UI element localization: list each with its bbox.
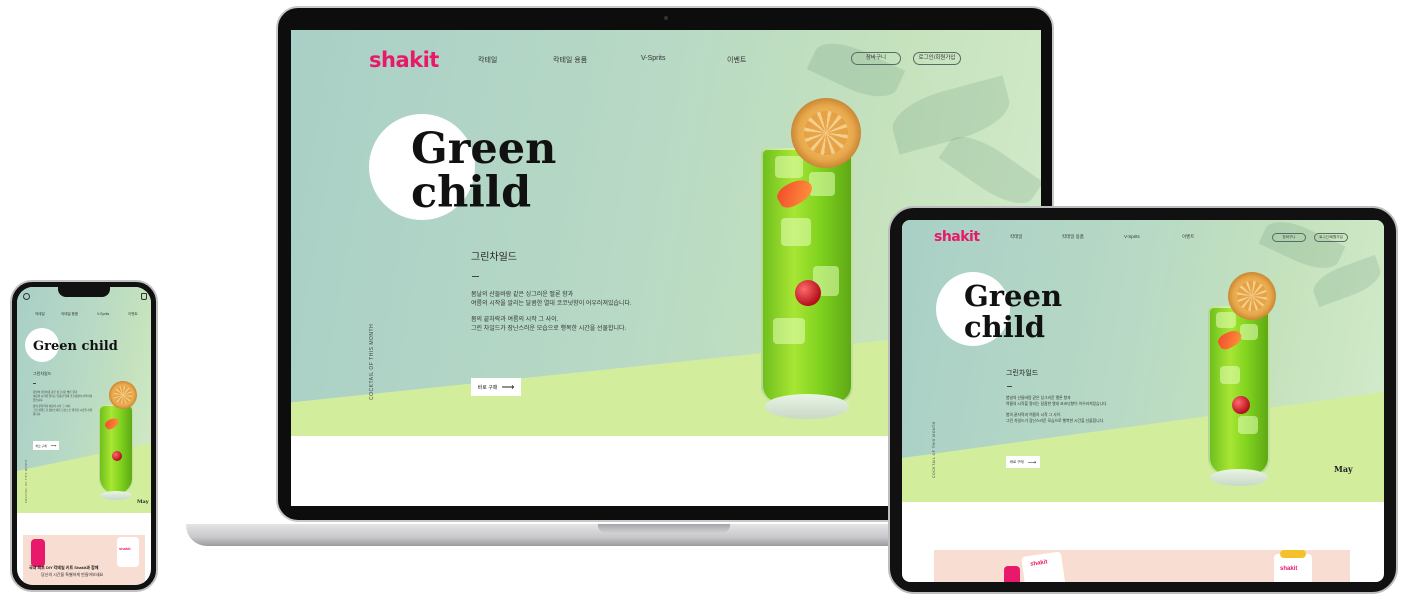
cherry [1232, 396, 1250, 414]
nav-v-sprits[interactable]: V-Sprits [97, 312, 109, 316]
subtitle: 그린차일드 [33, 371, 52, 376]
month-label: May [1334, 464, 1353, 474]
vertical-label: COCKTAIL OF THIS MONTH [369, 323, 375, 400]
laptop-notch [598, 524, 730, 533]
site-logo[interactable]: shakit [369, 48, 439, 72]
buy-now-button[interactable]: 바로 구매 ⟶ [1006, 456, 1040, 468]
nav-cocktail[interactable]: 칵테일 [35, 312, 45, 317]
desc-line: 여름의 시작을 알리는 달콤한 열대 코코넛향이 어우러져있습니다. [471, 300, 632, 307]
subtitle: 그린차일드 [1006, 370, 1039, 377]
cart-button[interactable]: 장바구니 [851, 52, 901, 65]
cocktail-glass-image [99, 405, 133, 501]
ice-cube [1220, 366, 1240, 384]
glass-base [1210, 469, 1268, 487]
nav-cocktail-tools[interactable]: 칵테일 용품 [1062, 234, 1084, 240]
user-icon[interactable] [23, 293, 30, 300]
nav-event[interactable]: 이벤트 [727, 55, 746, 65]
can-image [1004, 566, 1020, 582]
login-button[interactable]: 로그인/회원가입 [1314, 233, 1348, 242]
desc-line: 그린 차일드가 장난스러운 모습으로 행복한 시간을 선물합니다. [471, 326, 627, 333]
can-image: shakit [1274, 554, 1312, 582]
hero-floor [902, 392, 1384, 502]
leaf-shadow [938, 124, 1041, 216]
desc-line: 봄날의 산들바람 같은 싱그러운 멜론 향과 [471, 292, 574, 298]
ice-cube [1238, 416, 1258, 434]
ice-cube [775, 156, 803, 178]
ice-cube [1240, 324, 1258, 340]
title-line-1: Green [964, 279, 1063, 313]
arrow-right-icon: ⟶ [1027, 459, 1037, 466]
ice-cube [1216, 312, 1236, 328]
hero-section: 칵테일 칵테일 용품 V-Sprits 이벤트 Green child 그린차일… [17, 287, 151, 513]
promo-banner[interactable]: shakit 국내 최초 DIY 칵테일 키트 Shakit과 함께 당신의 시… [23, 535, 145, 585]
leaf-shadow [806, 32, 906, 108]
can-lid [1280, 550, 1306, 558]
login-button[interactable]: 로그인/회원가입 [913, 52, 961, 65]
desc-line: 여름의 시작을 알리는 달콤한 열대 코코넛향이 어우러져있습니다. [1006, 401, 1108, 406]
cart-button[interactable]: 장바구니 [1272, 233, 1306, 242]
cocktail-glass-image [1208, 306, 1270, 487]
nav-event[interactable]: 이벤트 [1182, 234, 1194, 240]
month-label: May [137, 499, 149, 505]
nav-event[interactable]: 이벤트 [128, 312, 138, 317]
buy-now-button[interactable]: 바로 구매 ⟶ [33, 441, 59, 450]
nav-cocktail[interactable]: 칵테일 [1010, 234, 1022, 240]
site-logo[interactable]: shakit [934, 229, 980, 245]
title-line-2: child [964, 310, 1046, 344]
can-image [31, 539, 45, 567]
vertical-label: COCKTAIL OF THIS MONTH [932, 421, 936, 478]
buy-label: 바로 구매 [35, 443, 47, 448]
phone-screen: 칵테일 칵테일 용품 V-Sprits 이벤트 Green child 그린차일… [17, 287, 151, 585]
camera-icon [664, 16, 668, 20]
vertical-label: COCKTAIL OF THIS MONTH [25, 459, 28, 503]
subtitle: 그린차일드 [471, 252, 517, 263]
can-logo: shakit [1029, 559, 1048, 568]
nav-cocktail-tools[interactable]: 칵테일 용품 [553, 55, 587, 65]
desc-line: 봄의 끝자락과 여름의 시작 그 사이. [471, 317, 559, 324]
title: Green child [33, 339, 118, 354]
nav-cocktail[interactable]: 칵테일 [478, 55, 497, 65]
nav-v-sprits[interactable]: V-Sprits [641, 55, 666, 62]
ice-cube [781, 218, 811, 246]
banner-line-1: 국내 최초 DIY 칵테일 키트 Shakit과 함께 [29, 565, 99, 570]
nav-v-sprits[interactable]: V-Sprits [1124, 234, 1140, 239]
divider [1007, 386, 1012, 387]
phone-notch [58, 285, 110, 297]
bag-icon[interactable] [141, 293, 147, 300]
promo-banner[interactable]: shakit shakit [934, 550, 1350, 582]
divider [472, 276, 479, 277]
cocktail-glass-image [761, 148, 853, 420]
buy-label: 바로 구매 [477, 384, 498, 391]
can-image: shakit [1021, 551, 1067, 582]
hero-section: shakit 칵테일 칵테일 용품 V-Sprits 이벤트 장바구니 로그인/… [902, 220, 1384, 502]
description: 봄날의 산들바람 같은 싱그러운 멜론 향과 여름의 시작을 알리는 달콤한 열… [471, 291, 632, 334]
can-logo: shakit [119, 546, 131, 551]
desc-line: 그린 차일드가 장난스러운 모습으로 행복한 시간을 선물합니다. [33, 409, 93, 416]
arrow-right-icon: ⟶ [50, 443, 57, 448]
cherry [795, 280, 821, 306]
desc-line: 그린 차일드가 장난스러운 모습으로 행복한 시간을 선물합니다. [1006, 418, 1105, 423]
ice-cube [809, 172, 835, 196]
can-logo: shakit [1280, 566, 1298, 572]
tablet-screen: shakit 칵테일 칵테일 용품 V-Sprits 이벤트 장바구니 로그인/… [902, 220, 1384, 582]
buy-now-button[interactable]: 바로 구매 ⟶ [471, 378, 521, 396]
leaf-shadow [1258, 220, 1346, 278]
buy-label: 바로 구매 [1009, 459, 1024, 464]
desc-line: 여름의 시작을 알리는 달콤한 열대 코코넛향이 어우러져있습니다. [33, 394, 93, 402]
arrow-right-icon: ⟶ [501, 381, 515, 392]
can-image: shakit [117, 537, 139, 567]
divider [33, 383, 36, 384]
description: 봄날의 산들바람 같은 싱그러운 멜론 향과 여름의 시작을 알리는 달콤한 열… [1006, 396, 1108, 424]
tablet-device: shakit 칵테일 칵테일 용품 V-Sprits 이벤트 장바구니 로그인/… [888, 206, 1398, 594]
nav-cocktail-tools[interactable]: 칵테일 용품 [61, 312, 78, 317]
title-line-2: child [411, 168, 532, 218]
phone-device: 칵테일 칵테일 용품 V-Sprits 이벤트 Green child 그린차일… [10, 280, 158, 592]
banner-line-2: 당신의 시간을 특별하게 만들어보세요 [41, 572, 104, 577]
description: 봄날의 산들바람 같은 싱그러운 멜론 향과 여름의 시작을 알리는 달콤한 열… [33, 391, 93, 417]
title-line-1: Green [411, 124, 557, 174]
cherry [112, 451, 122, 461]
ice-cube [773, 318, 805, 344]
